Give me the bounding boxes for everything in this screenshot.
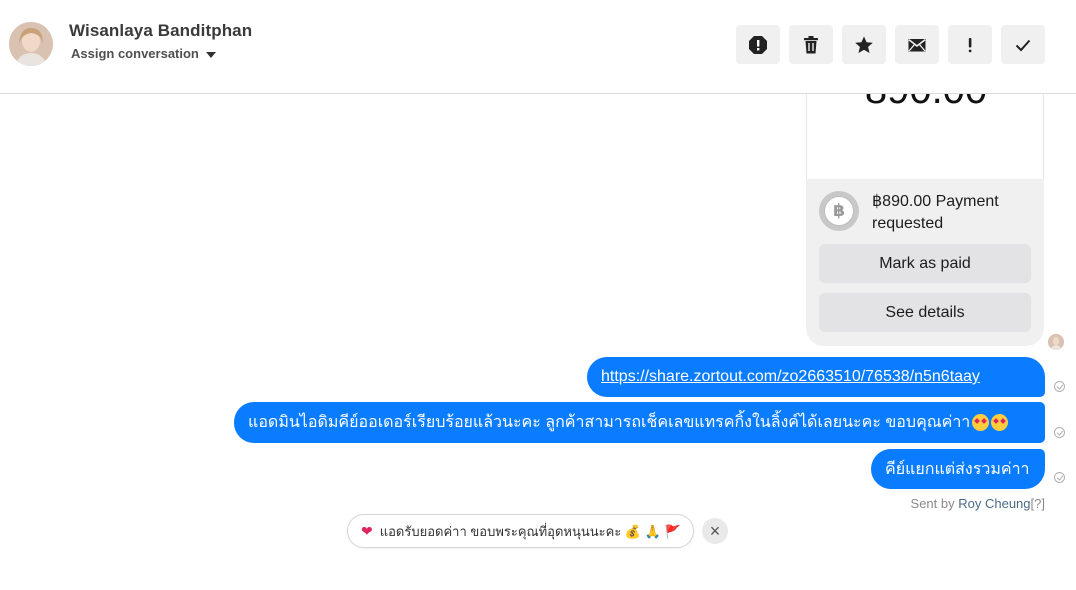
- delivered-check-icon: [1054, 381, 1065, 392]
- sent-by-label: Sent by Roy Cheung[?]: [910, 496, 1045, 511]
- message-link[interactable]: https://share.zortout.com/zo2663510/7653…: [601, 368, 980, 386]
- payment-status-text: ฿890.00 Payment requested: [872, 193, 999, 232]
- delivered-check-icon: [1054, 472, 1065, 483]
- delivered-check-icon: [1054, 427, 1065, 438]
- payment-info: ฿ ฿890.00 Payment requested: [819, 191, 1022, 235]
- baht-coin-icon: ฿: [819, 191, 859, 231]
- conversation-toolbar: [736, 25, 1045, 64]
- contact-avatar[interactable]: [9, 22, 53, 66]
- conversation-header: Wisanlaya Banditphan Assign conversation: [0, 0, 1076, 94]
- mark-as-paid-button[interactable]: Mark as paid: [819, 244, 1031, 283]
- envelope-icon: [908, 38, 926, 51]
- checkmark-icon: [1015, 39, 1031, 51]
- payment-amount-large: 890.00: [807, 94, 1043, 113]
- contact-name: Wisanlaya Banditphan: [69, 21, 253, 40]
- help-link[interactable]: [?]: [1031, 496, 1045, 511]
- payment-request-card: 890.00 ฿ ฿890.00 Payment requested Mark …: [806, 94, 1044, 346]
- message-bubble-link[interactable]: https://share.zortout.com/zo2663510/7653…: [587, 357, 1045, 397]
- sender-name-link[interactable]: Roy Cheung: [958, 496, 1030, 511]
- heart-icon: ❤: [361, 522, 373, 539]
- exclamation-icon: [968, 37, 972, 52]
- follow-up-button[interactable]: [948, 25, 992, 64]
- heart-eyes-emoji-icon: [991, 414, 1009, 431]
- assign-conversation-dropdown[interactable]: Assign conversation: [71, 46, 216, 61]
- heart-eyes-emoji-icon: [972, 414, 990, 431]
- mark-unread-button[interactable]: [895, 25, 939, 64]
- seen-by-avatar: [1048, 334, 1064, 350]
- message-text: คีย์แยกแต่ส่งรวมค่าา: [885, 460, 1030, 478]
- message-bubble: คีย์แยกแต่ส่งรวมค่าา: [871, 449, 1045, 489]
- trash-icon: [804, 35, 818, 53]
- quick-reply-text: แอดรับยอดค่าา ขอบพระคุณที่อุดหนุนนะคะ 💰 …: [379, 523, 681, 539]
- caret-down-icon: [205, 51, 216, 58]
- payment-amount-area: 890.00: [806, 94, 1044, 179]
- quick-reply-suggestion[interactable]: ❤ แอดรับยอดค่าา ขอบพระคุณที่อุดหนุนนะคะ …: [347, 514, 694, 548]
- see-details-button[interactable]: See details: [819, 293, 1031, 332]
- close-icon[interactable]: ×: [702, 518, 728, 544]
- mark-done-button[interactable]: [1001, 25, 1045, 64]
- alert-octagon-icon: [749, 35, 767, 54]
- star-icon: [855, 36, 873, 53]
- assign-conversation-label: Assign conversation: [71, 46, 199, 61]
- mark-spam-button[interactable]: [736, 25, 780, 64]
- star-button[interactable]: [842, 25, 886, 64]
- message-text: แอดมินไอดิมคีย์ออเดอร์เรียบร้อยแล้วนะคะ …: [248, 414, 971, 431]
- delete-button[interactable]: [789, 25, 833, 64]
- message-bubble: แอดมินไอดิมคีย์ออเดอร์เรียบร้อยแล้วนะคะ …: [234, 402, 1045, 443]
